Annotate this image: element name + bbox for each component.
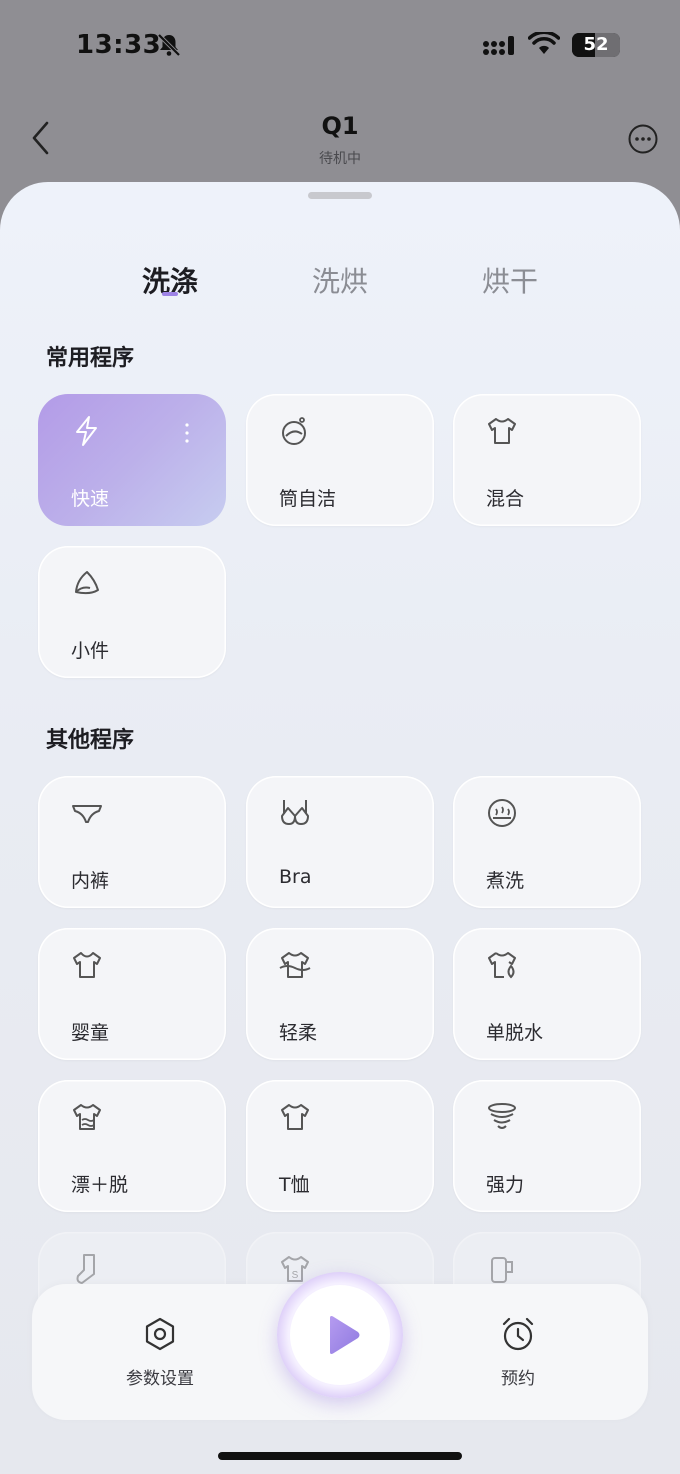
schedule-label: 预约: [501, 1369, 535, 1389]
program-card-mixed[interactable]: 混合: [453, 394, 641, 526]
start-button[interactable]: [277, 1272, 403, 1398]
program-card-boil-wash[interactable]: 煮洗: [453, 776, 641, 908]
rinse-spin-icon: [73, 1104, 101, 1130]
spin-only-icon: [488, 952, 516, 979]
battery-level: 52: [583, 34, 609, 55]
status-time: 13:33: [76, 30, 162, 60]
program-label: Bra: [279, 866, 312, 888]
gentle-shirt-icon: [279, 952, 311, 978]
sheet-drag-handle[interactable]: [308, 192, 372, 199]
svg-text:S: S: [292, 1270, 299, 1281]
alarm-clock-icon: [502, 1317, 534, 1351]
schedule-button[interactable]: 预约: [448, 1284, 588, 1420]
boil-wash-icon: [488, 799, 516, 827]
bell-muted-icon: [157, 33, 181, 57]
program-label: 婴童: [71, 1022, 110, 1044]
towel-icon: [491, 1257, 513, 1283]
program-card-bra[interactable]: Bra: [246, 776, 434, 908]
program-card-gentle[interactable]: 轻柔: [246, 928, 434, 1060]
battery-indicator: 52: [572, 33, 620, 57]
program-card-tshirt[interactable]: T恤: [246, 1080, 434, 1212]
program-label: 快速: [71, 488, 110, 510]
program-card-heavy-duty[interactable]: 强力: [453, 1080, 641, 1212]
active-tab-indicator: [162, 292, 178, 296]
program-label: T恤: [279, 1174, 310, 1196]
tab-wash-dry[interactable]: 洗烘: [280, 260, 400, 300]
settings-label: 参数设置: [126, 1369, 194, 1389]
play-icon: [330, 1316, 360, 1354]
program-label: 轻柔: [279, 1022, 318, 1044]
tab-dry[interactable]: 烘干: [450, 260, 570, 300]
card-menu-icon[interactable]: [184, 422, 190, 444]
program-card-rinse-spin[interactable]: 漂＋脱: [38, 1080, 226, 1212]
device-status: 待机中: [319, 151, 361, 167]
program-label: 混合: [486, 488, 525, 510]
underwear-icon: [72, 805, 102, 823]
hexagon-settings-icon: [145, 1317, 175, 1351]
sock-icon: [76, 1254, 95, 1284]
lightning-icon: [76, 416, 97, 446]
device-title: Q1: [321, 112, 359, 140]
common-programs-title: 常用程序: [46, 346, 135, 371]
mode-tabs: 洗涤 洗烘 烘干: [0, 260, 680, 300]
shirt-icon: [488, 418, 516, 444]
home-indicator[interactable]: [218, 1452, 462, 1460]
bra-icon: [281, 800, 309, 825]
baby-shirt-icon: [73, 952, 101, 978]
program-label: 小件: [71, 640, 110, 662]
program-label: 筒自洁: [279, 488, 337, 510]
program-label: 煮洗: [486, 870, 525, 892]
program-card-drum-clean[interactable]: 筒自洁: [246, 394, 434, 526]
program-label: 漂＋脱: [71, 1174, 129, 1196]
settings-button[interactable]: 参数设置: [90, 1284, 230, 1420]
program-card-small-items[interactable]: 小件: [38, 546, 226, 678]
signal-icon: [483, 36, 514, 55]
more-options-icon[interactable]: [628, 124, 658, 154]
program-card-spin-only[interactable]: 单脱水: [453, 928, 641, 1060]
program-card-underwear[interactable]: 内裤: [38, 776, 226, 908]
program-label: 强力: [486, 1174, 525, 1196]
program-label: 内裤: [71, 870, 110, 892]
wifi-icon: [528, 32, 560, 54]
program-label: 单脱水: [486, 1022, 544, 1044]
other-programs-title: 其他程序: [46, 728, 135, 753]
status-bar: 13:33 52: [0, 0, 680, 92]
tshirt-icon: [281, 1104, 309, 1130]
program-card-quick[interactable]: 快速: [38, 394, 226, 526]
small-items-icon: [75, 571, 99, 595]
drum-clean-icon: [282, 417, 306, 445]
heavy-duty-icon: [488, 1103, 516, 1129]
program-card-baby[interactable]: 婴童: [38, 928, 226, 1060]
